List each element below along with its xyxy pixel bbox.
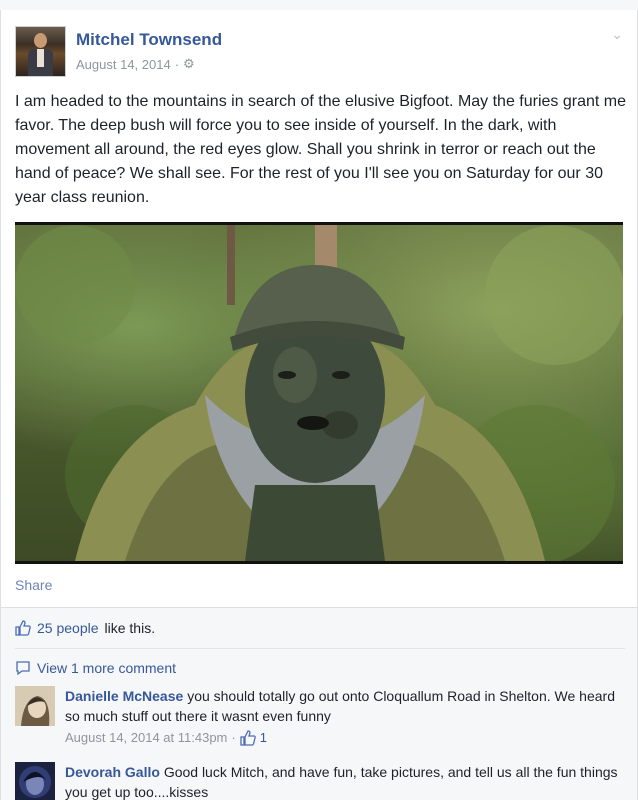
meta-separator: ·	[174, 56, 180, 72]
comment-timestamp[interactable]: August 14, 2014 at 11:43pm	[65, 728, 227, 748]
view-more-label[interactable]: View 1 more comment	[37, 660, 176, 676]
comment-meta: August 14, 2014 at 11:43pm · 1	[65, 728, 625, 748]
author-avatar[interactable]	[15, 26, 66, 77]
thumbs-up-icon	[15, 620, 31, 636]
separator	[15, 648, 625, 649]
view-more-comments[interactable]: View 1 more comment	[15, 660, 176, 676]
comment-body: Danielle McNease you should totally go o…	[65, 686, 625, 748]
share-label[interactable]: Share	[15, 577, 52, 593]
meta-separator: ·	[231, 730, 236, 745]
post-text: I am headed to the mountains in search o…	[15, 93, 627, 206]
post-date[interactable]: August 14, 2014	[76, 57, 171, 72]
likes-suffix: like this.	[104, 620, 156, 636]
speech-bubble-icon	[16, 661, 30, 676]
likers-link[interactable]: 25 people	[37, 620, 99, 636]
thumbs-up-icon[interactable]	[240, 730, 256, 746]
eye	[332, 371, 350, 379]
tree-trunk	[227, 225, 235, 305]
likes-summary: 25 people like this.	[15, 620, 155, 636]
photo-scene	[15, 225, 623, 561]
commenter-avatar[interactable]	[15, 686, 55, 726]
commenter-avatar[interactable]	[15, 762, 55, 800]
eye	[278, 371, 296, 379]
mouth	[297, 416, 329, 430]
share-link[interactable]: Share	[15, 577, 52, 593]
comment-like-count[interactable]: 1	[260, 728, 267, 748]
foliage	[485, 225, 623, 365]
chevron-down-icon[interactable]: ⌄	[611, 26, 623, 43]
commenter-name[interactable]: Danielle McNease	[65, 688, 183, 704]
comment-body: Devorah Gallo Good luck Mitch, and have …	[65, 762, 625, 800]
commenter-name[interactable]: Devorah Gallo	[65, 764, 160, 780]
foliage	[15, 225, 135, 345]
avatar-head	[34, 33, 47, 48]
post-card: Mitchel Townsend August 14, 2014 · ⚙ ⌄ I…	[0, 10, 638, 800]
post-photo[interactable]	[15, 222, 623, 564]
author-name[interactable]: Mitchel Townsend	[76, 30, 222, 50]
shirt	[245, 485, 385, 561]
gear-icon[interactable]: ⚙	[183, 56, 195, 72]
avatar-shirt	[37, 49, 44, 67]
post-meta: August 14, 2014 · ⚙	[76, 56, 195, 72]
